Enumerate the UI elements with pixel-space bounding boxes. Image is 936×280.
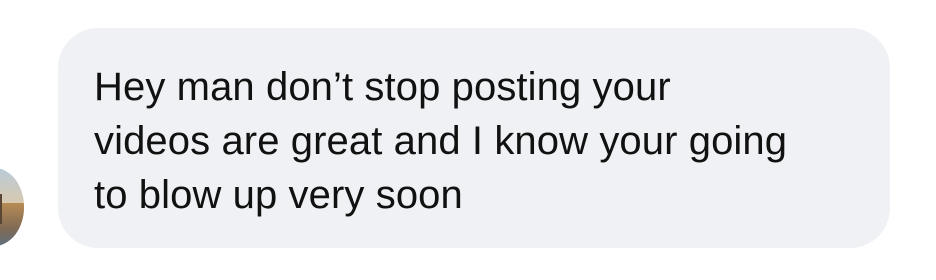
avatar-sky <box>0 168 24 204</box>
avatar-post <box>0 194 2 224</box>
sender-avatar[interactable] <box>0 168 24 246</box>
message-bubble[interactable]: Hey man don’t stop posting your videos a… <box>58 28 890 248</box>
message-text: Hey man don’t stop posting your videos a… <box>94 65 788 217</box>
avatar-landscape <box>0 203 24 246</box>
chat-thread: Hey man don’t stop posting your videos a… <box>0 0 936 280</box>
